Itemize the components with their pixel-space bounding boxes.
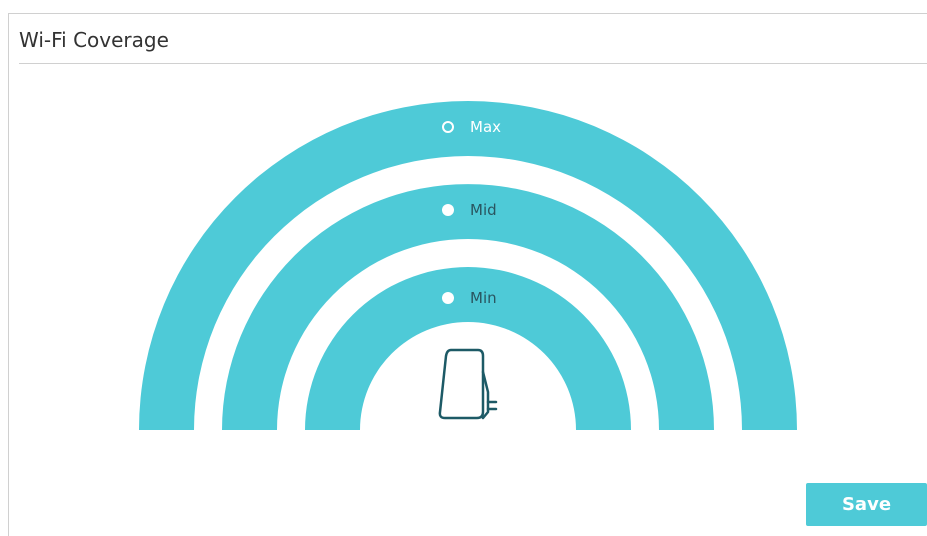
radio-max[interactable] <box>442 121 454 133</box>
range-extender-icon <box>438 348 498 420</box>
radio-min[interactable] <box>442 292 454 304</box>
option-label-min: Min <box>470 289 497 307</box>
coverage-diagram: Max Mid Min <box>139 101 797 430</box>
option-label-mid: Mid <box>470 201 497 219</box>
save-button[interactable]: Save <box>806 483 927 526</box>
radio-mid[interactable] <box>442 204 454 216</box>
coverage-arc-min[interactable] <box>305 267 631 430</box>
option-label-max: Max <box>470 118 501 136</box>
